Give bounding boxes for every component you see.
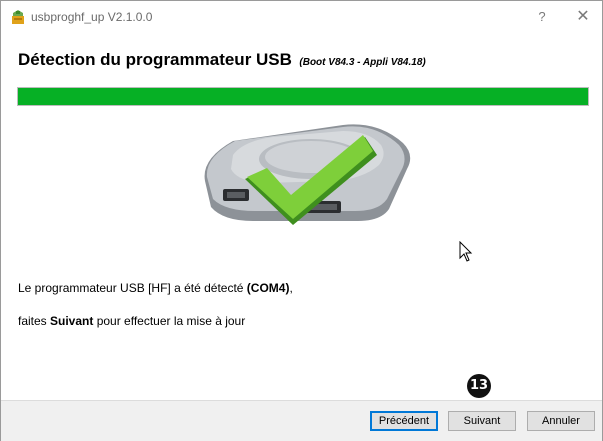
page-heading: Détection du programmateur USB (Boot V84… [18, 50, 426, 70]
step-number-badge: 13 [467, 374, 491, 398]
device-type: [HF] [148, 281, 171, 295]
window-title: usbproghf_up V2.1.0.0 [31, 10, 153, 24]
next-button[interactable]: Suivant [448, 411, 516, 431]
instruction-message: faites Suivant pour effectuer la mise à … [18, 314, 246, 328]
installer-window: usbproghf_up V2.1.0.0 ? ✕ Détection du p… [0, 0, 603, 441]
cancel-button[interactable]: Annuler [527, 411, 595, 431]
app-icon [12, 10, 24, 24]
help-button[interactable]: ? [532, 7, 552, 27]
version-info: (Boot V84.3 - Appli V84.18) [299, 57, 426, 68]
previous-button[interactable]: Précédent [370, 411, 438, 431]
device-detected-illustration [204, 124, 411, 225]
close-button[interactable]: ✕ [573, 7, 593, 27]
page-title: Détection du programmateur USB [18, 50, 292, 69]
button-bar: Précédent Suivant Annuler [1, 400, 602, 441]
progress-fill [18, 88, 588, 105]
title-bar[interactable]: usbproghf_up V2.1.0.0 ? ✕ [1, 1, 602, 33]
detection-message: Le programmateur USB [HF] a été détecté … [18, 281, 293, 295]
com-port: (COM4) [246, 281, 290, 295]
mouse-pointer-icon [459, 241, 473, 262]
progress-bar [17, 87, 589, 106]
next-action-label: Suivant [50, 314, 94, 328]
